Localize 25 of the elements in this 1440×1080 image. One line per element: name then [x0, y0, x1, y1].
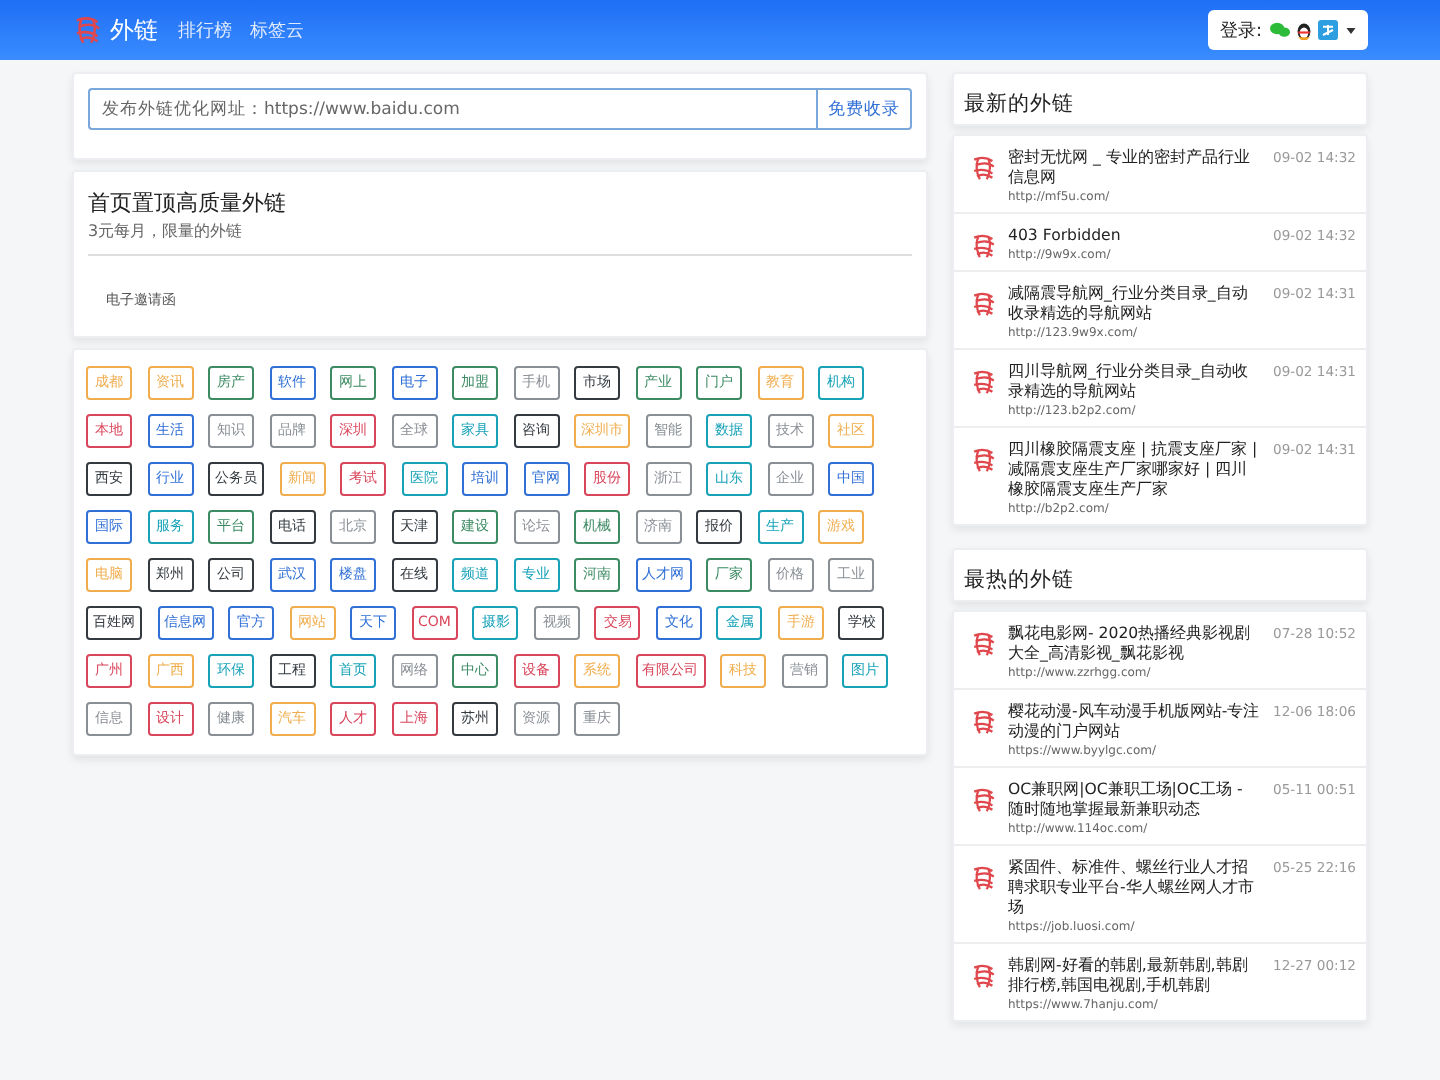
- caret-icon: [1346, 27, 1356, 33]
- app-icon: [1318, 20, 1338, 40]
- url-input-field[interactable]: 发布外链优化网址：https://www.baidu.com: [88, 88, 816, 130]
- penguin-icon: [1294, 20, 1314, 40]
- logo-icon: [970, 786, 998, 814]
- promo-subtitle: 3元每月，限量的外链: [88, 220, 245, 242]
- logo-icon: [970, 864, 998, 892]
- logo-icon: [72, 14, 104, 46]
- nav-link[interactable]: 标签云: [250, 17, 304, 43]
- logo-icon: [970, 962, 998, 990]
- promo-title: 首页置顶高质量外链: [88, 188, 288, 218]
- logo-icon: [970, 446, 998, 474]
- logo-icon: [970, 154, 998, 182]
- login-button[interactable]: 登录:: [1207, 10, 1368, 50]
- logo-icon: [970, 232, 998, 260]
- brand-name[interactable]: 外链: [110, 13, 158, 47]
- logo-icon: [970, 708, 998, 736]
- logo-icon: [970, 368, 998, 396]
- section-title: 最热的外链: [964, 568, 1074, 592]
- chat-bubbles-icon: [1270, 20, 1290, 40]
- logo-icon: [970, 290, 998, 318]
- logo-icon: [970, 630, 998, 658]
- section-title: 最新的外链: [964, 92, 1074, 116]
- submit-button[interactable]: 免费收录: [816, 88, 912, 130]
- nav-link[interactable]: 排行榜: [178, 17, 232, 43]
